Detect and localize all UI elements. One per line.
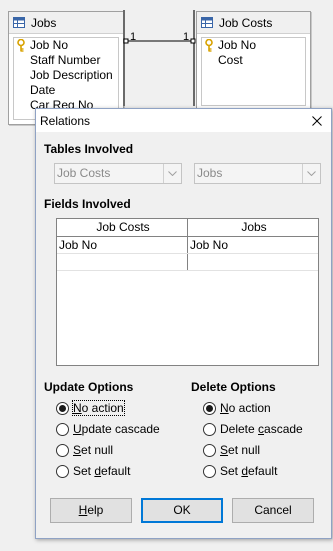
radio-label: Set default <box>73 464 131 478</box>
delete-set-null-radio[interactable]: Set null <box>203 442 260 458</box>
chevron-down-icon <box>163 164 181 183</box>
close-button[interactable] <box>307 111 327 130</box>
delete-cascade-radio[interactable]: Delete cascade <box>203 421 303 437</box>
radio-label: Set null <box>73 443 114 457</box>
chevron-down-icon <box>302 164 320 183</box>
tables-involved-label: Tables Involved <box>44 142 134 156</box>
primary-key-icon <box>205 39 213 52</box>
field-name: Date <box>30 83 56 97</box>
grid-cell[interactable] <box>188 254 318 270</box>
field-name: Job No <box>218 38 257 52</box>
jobs-table-title: Jobs <box>31 15 57 30</box>
right-table-value: Jobs <box>197 166 223 180</box>
delete-no-action-radio[interactable]: No action <box>203 400 271 416</box>
relation-cardinality-right: 1 <box>183 31 190 43</box>
grid-header: Job Costs Jobs <box>57 219 318 237</box>
dialog-titlebar[interactable]: Relations <box>36 109 331 132</box>
field-name: Cost <box>218 53 243 67</box>
field-item[interactable]: Staff Number <box>14 53 118 68</box>
job-costs-table-titlebar[interactable]: Job Costs <box>197 12 310 34</box>
primary-key-icon <box>17 39 25 52</box>
jobs-table-titlebar[interactable]: Jobs <box>9 12 123 34</box>
grid-cell[interactable] <box>57 254 188 270</box>
fields-grid[interactable]: Job Costs Jobs Job No Job No <box>56 218 319 366</box>
column-header-job-costs: Job Costs <box>57 219 188 236</box>
radio-indicator <box>203 422 216 436</box>
radio-selected-indicator <box>56 401 69 415</box>
table-icon <box>201 17 213 28</box>
relation-cardinality-left: 1 <box>130 31 137 43</box>
radio-indicator <box>56 464 69 478</box>
window-separator <box>193 10 195 106</box>
radio-indicator <box>203 464 216 478</box>
table-row[interactable]: Job No Job No <box>57 237 318 254</box>
left-table-select: Job Costs <box>54 163 182 184</box>
update-no-action-radio[interactable]: No action <box>56 400 125 416</box>
grid-cell[interactable]: Job No <box>188 237 318 253</box>
field-name: Staff Number <box>30 53 101 67</box>
field-item[interactable]: Job No <box>202 38 305 53</box>
radio-selected-indicator <box>203 401 216 415</box>
update-set-null-radio[interactable]: Set null <box>56 442 113 458</box>
delete-set-default-radio[interactable]: Set default <box>203 463 277 479</box>
radio-label: No action <box>220 401 271 415</box>
radio-label: Set null <box>220 443 261 457</box>
job-costs-table-title: Job Costs <box>219 15 273 30</box>
cancel-button[interactable]: Cancel <box>232 498 314 523</box>
field-item[interactable]: Job Description <box>14 68 118 83</box>
radio-indicator <box>56 422 69 436</box>
field-name: Job Description <box>30 68 113 82</box>
table-icon <box>13 17 25 28</box>
window-separator <box>123 10 125 106</box>
field-item[interactable]: Job No <box>14 38 118 53</box>
job-costs-field-list[interactable]: Job No Cost <box>201 37 306 106</box>
field-item[interactable]: Cost <box>202 53 305 68</box>
radio-label: Update cascade <box>73 422 160 436</box>
left-table-value: Job Costs <box>57 166 111 180</box>
job-costs-table-window[interactable]: Job Costs Job No Cost <box>196 11 311 111</box>
relations-dialog: Relations Tables Involved Job Costs Jobs… <box>35 108 332 539</box>
radio-label: Delete cascade <box>220 422 303 436</box>
column-header-jobs: Jobs <box>241 220 267 234</box>
help-button[interactable]: Help <box>50 498 132 523</box>
table-row[interactable] <box>57 254 318 271</box>
delete-options-label: Delete Options <box>191 380 276 394</box>
update-set-default-radio[interactable]: Set default <box>56 463 130 479</box>
radio-indicator <box>56 443 69 457</box>
update-options-label: Update Options <box>44 380 134 394</box>
radio-label: Set default <box>220 464 278 478</box>
grid-cell[interactable]: Job No <box>57 237 188 253</box>
dialog-title: Relations <box>40 113 91 128</box>
radio-label: No action <box>72 400 125 416</box>
fields-involved-label: Fields Involved <box>44 197 131 211</box>
field-name: Job No <box>30 38 69 52</box>
field-item[interactable]: Date <box>14 83 118 98</box>
close-icon <box>312 115 322 126</box>
radio-indicator <box>203 443 216 457</box>
update-cascade-radio[interactable]: Update cascade <box>56 421 160 437</box>
right-table-select: Jobs <box>194 163 321 184</box>
ok-button[interactable]: OK <box>141 498 223 523</box>
